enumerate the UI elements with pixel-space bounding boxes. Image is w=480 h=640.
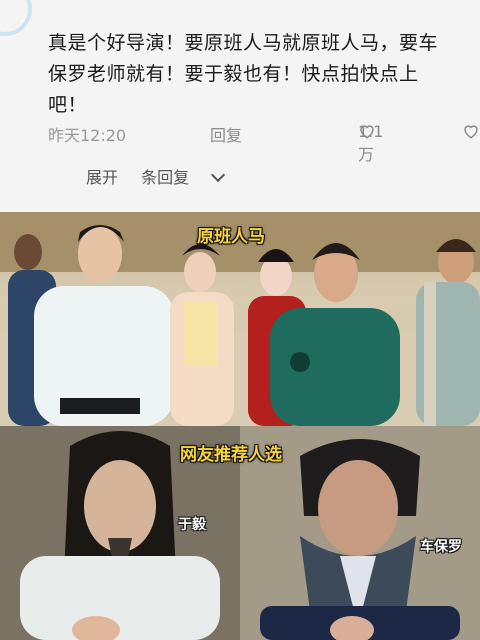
avatar[interactable] [0,0,32,36]
comment-time: 昨天12:20 [48,126,127,145]
replies-label: 条回复 [141,168,190,187]
comment-body: 真是个好导演！要原班人马就原班人马，要车 保罗老师就有！要于毅也有！快点拍快点上… [48,28,468,121]
chevron-down-icon [211,167,226,183]
comment-line: 真是个好导演！要原班人马就原班人马，要车 [48,32,439,54]
heart-icon [464,125,478,139]
comment-line: 吧！ [48,94,88,116]
right-name-label: 车保罗 [420,539,462,555]
top-caption: 原班人马 [197,227,265,247]
cast-photo-suggested[interactable]: 网友推荐人选 于毅 车保罗 [0,426,480,640]
expand-row: 展开 条回复 [86,164,259,188]
like-count: 1.1万 [358,122,384,164]
like-button-secondary[interactable] [462,122,480,140]
like-button[interactable]: 1.1万 [358,122,383,164]
comment-meta: 昨天12:20 回复 1.1万 [48,122,480,164]
replies-toggle[interactable]: 条回复 [141,167,241,187]
comment-card: 真是个好导演！要原班人马就原班人马，要车 保罗老师就有！要于毅也有！快点拍快点上… [0,0,480,212]
bottom-caption: 网友推荐人选 [180,445,282,465]
reply-button[interactable]: 回复 [210,122,242,146]
left-name-label: 于毅 [178,517,206,533]
cast-photo-original[interactable]: 原班人马 [0,212,480,426]
expand-button[interactable]: 展开 [86,168,118,187]
comment-line: 保罗老师就有！要于毅也有！快点拍快点上 [48,63,419,85]
